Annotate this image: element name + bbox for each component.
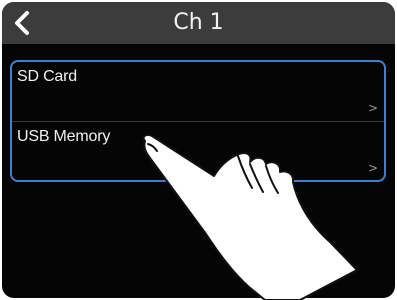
list-item-label: USB Memory bbox=[17, 128, 111, 145]
chevron-right-icon: > bbox=[367, 101, 378, 115]
list-item-label: SD Card bbox=[17, 68, 77, 85]
page-title: Ch 1 bbox=[173, 10, 224, 35]
device-screen-stage: Ch 1 SD Card > USB Memory > bbox=[0, 0, 397, 300]
chevron-right-icon: > bbox=[367, 161, 378, 175]
title-bar: Ch 1 bbox=[2, 2, 395, 44]
device-screen: Ch 1 SD Card > USB Memory > bbox=[2, 2, 395, 298]
storage-list: SD Card > USB Memory > bbox=[10, 60, 386, 182]
list-item-sd-card[interactable]: SD Card > bbox=[12, 62, 384, 122]
list-item-usb-memory[interactable]: USB Memory > bbox=[12, 122, 384, 180]
